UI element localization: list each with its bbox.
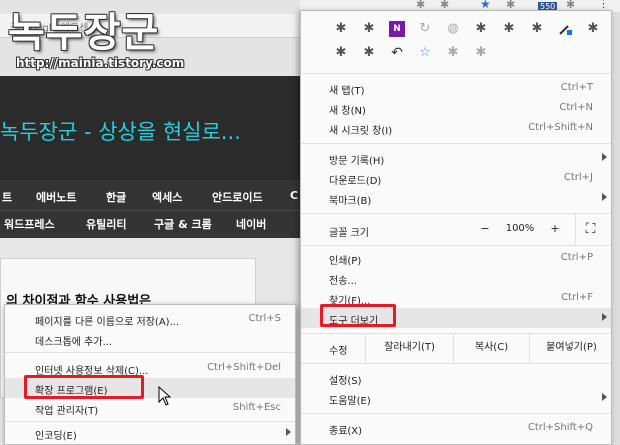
menu-item-help[interactable]: 도움말(E) (301, 388, 611, 408)
menu-divider (301, 413, 611, 414)
submenu-item-save-page[interactable]: 페이지를 다른 이름으로 저장(A)... Ctrl+S (5, 309, 295, 329)
menu-item-downloads[interactable]: 다운로드(D) Ctrl+J (301, 168, 611, 188)
menu-item-cast[interactable]: 전송... (301, 268, 611, 288)
menu-item-label: 새 창(N) (329, 106, 366, 117)
menu-item-shortcut: Ctrl+Shift+Q (527, 422, 593, 433)
watermark-title: 녹두장군 (8, 10, 160, 56)
menu-item-label: 도움말(E) (329, 396, 371, 407)
menu-item-label: 새 탭(T) (329, 86, 365, 97)
submenu-item-label: 페이지를 다른 이름으로 저장(A)... (35, 317, 180, 328)
mouse-cursor-icon (158, 386, 172, 406)
watermark-url: http://mainia.tistory.com (16, 56, 185, 70)
submenu-item-encoding[interactable]: 인코딩(E) (5, 423, 295, 443)
menu-item-label: 전송... (329, 276, 357, 287)
copy-button[interactable]: 복사(C) (453, 333, 529, 363)
puzzle-icon[interactable]: ✱ (445, 45, 461, 61)
menu-item-shortcut: Ctrl+Shift+N (528, 122, 593, 133)
menu-item-exit[interactable]: 종료(X) Ctrl+Shift+Q (301, 418, 611, 438)
menu-item-label: 인쇄(P) (329, 256, 362, 267)
submenu-item-shortcut: Ctrl+Shift+Del (207, 362, 281, 373)
zoom-in-button[interactable]: + (541, 213, 569, 245)
submenu-item-label: 데스크톱에 추가... (35, 337, 113, 348)
menu-item-shortcut: Ctrl+J (563, 172, 593, 183)
menu-divider (301, 143, 611, 144)
star-outline-icon[interactable]: ☆ (417, 45, 433, 61)
menu-item-shortcut: Ctrl+F (561, 292, 593, 303)
puzzle-icon[interactable]: ✱ (361, 45, 377, 61)
menu-item-label: 새 시크릿 창(I) (329, 126, 393, 137)
menu-divider (301, 245, 611, 246)
onenote-icon[interactable]: N (389, 21, 405, 37)
menu-item-label: 북마크(B) (329, 196, 372, 207)
menu-item-history[interactable]: 방문 기록(H) (301, 148, 611, 168)
nav-item-wordpress[interactable]: 워드프레스 (4, 216, 55, 232)
menu-item-label: 종료(X) (329, 426, 363, 437)
puzzle-icon[interactable]: ✱ (529, 21, 545, 37)
nav-item-google-chrome[interactable]: 구글 & 크롬 (154, 216, 212, 232)
edit-label: 수정 (329, 346, 348, 357)
puzzle-icon[interactable]: ✱ (333, 45, 349, 61)
extension-row: ✱ ✱ ↶ ☆ ✱ ✱ (301, 43, 611, 65)
submenu-item-add-to-desktop[interactable]: 데스크톱에 추가... (5, 329, 295, 349)
puzzle-icon[interactable]: ✱ (501, 21, 517, 37)
nav-item-naver[interactable]: 네이버 (236, 216, 266, 232)
menu-item-label: 방문 기록(H) (329, 156, 385, 167)
menu-divider (301, 363, 611, 364)
highlight-more-tools (320, 304, 396, 327)
highlight-extensions (24, 375, 144, 399)
puzzle-icon[interactable]: ✱ (361, 21, 377, 37)
chevron-right-icon (602, 153, 607, 161)
nav-item-evernote[interactable]: 에버노트 (36, 189, 76, 205)
submenu-item-label: 작업 관리자(T) (35, 406, 99, 417)
nav-item-utility[interactable]: 유틸리티 (86, 216, 126, 232)
puzzle-icon[interactable]: ✱ (585, 21, 601, 37)
submenu-divider (5, 352, 295, 353)
chrome-main-menu: ✱ ✱ N ↻ ◍ ✱ ✱ ✱ ✱ ✱ ✱ ↶ ☆ ✱ ✱ 새 탭(T) Ctr… (300, 10, 612, 445)
submenu-item-shortcut: Shift+Esc (232, 402, 281, 413)
menu-item-print[interactable]: 인쇄(P) Ctrl+P (301, 248, 611, 268)
menu-item-shortcut: Ctrl+T (560, 82, 593, 93)
menu-item-zoom: 글꼴 크기 − 100% + ⛶ (301, 213, 611, 245)
chevron-right-icon (286, 428, 291, 436)
menu-item-shortcut: Ctrl+N (559, 102, 593, 113)
extension-row: ✱ ✱ N ↻ ◍ ✱ ✱ ✱ ✱ (301, 19, 611, 41)
zoom-value: 100% (505, 223, 535, 234)
zoom-out-button[interactable]: − (471, 213, 499, 245)
menu-dots-icon[interactable]: ⋮ (598, 0, 609, 10)
nav-item-c[interactable]: C (290, 189, 298, 202)
chevron-right-icon (602, 193, 607, 201)
zoom-label: 글꼴 크기 (329, 228, 369, 239)
nav-item-android[interactable]: 안드로이드 (212, 189, 263, 205)
menu-divider (301, 73, 611, 74)
menu-item-label: 다운로드(D) (329, 176, 382, 187)
menu-item-edit: 수정 잘라내기(T) 복사(C) 붙여넣기(P) (301, 333, 611, 363)
menu-item-new-window[interactable]: 새 창(N) Ctrl+N (301, 98, 611, 118)
menu-item-bookmarks[interactable]: 북마크(B) (301, 188, 611, 208)
menu-item-new-tab[interactable]: 새 탭(T) Ctrl+T (301, 78, 611, 98)
refresh-icon[interactable]: ↻ (417, 21, 433, 37)
submenu-item-label: 인코딩(E) (35, 431, 77, 442)
nav-item[interactable]: 트 (2, 189, 12, 205)
cut-button[interactable]: 잘라내기(T) (365, 333, 453, 363)
undo-arrow-icon[interactable]: ↶ (389, 45, 405, 61)
globe-icon[interactable]: ◍ (445, 21, 461, 37)
puzzle-icon[interactable]: ✱ (473, 45, 489, 61)
puzzle-icon[interactable]: ✱ (333, 21, 349, 37)
chevron-right-icon (602, 393, 607, 401)
submenu-item-shortcut: Ctrl+S (248, 313, 281, 324)
nav-item-access[interactable]: 엑세스 (152, 189, 182, 205)
eyedropper-icon[interactable] (557, 21, 573, 37)
puzzle-icon[interactable]: ✱ (473, 21, 489, 37)
submenu-item-task-manager[interactable]: 작업 관리자(T) Shift+Esc (5, 398, 295, 418)
nav-item-hangul[interactable]: 한글 (106, 189, 126, 205)
fullscreen-icon[interactable]: ⛶ (575, 213, 605, 245)
blog-title[interactable]: 녹두장군 - 상상을 현실로... (0, 116, 241, 146)
submenu-divider (5, 421, 295, 422)
chevron-right-icon (602, 313, 607, 321)
menu-item-settings[interactable]: 설정(S) (301, 368, 611, 388)
menu-item-shortcut: Ctrl+P (560, 252, 593, 263)
menu-item-incognito[interactable]: 새 시크릿 창(I) Ctrl+Shift+N (301, 118, 611, 138)
paste-button[interactable]: 붙여넣기(P) (529, 333, 613, 363)
menu-item-label: 설정(S) (329, 376, 362, 387)
